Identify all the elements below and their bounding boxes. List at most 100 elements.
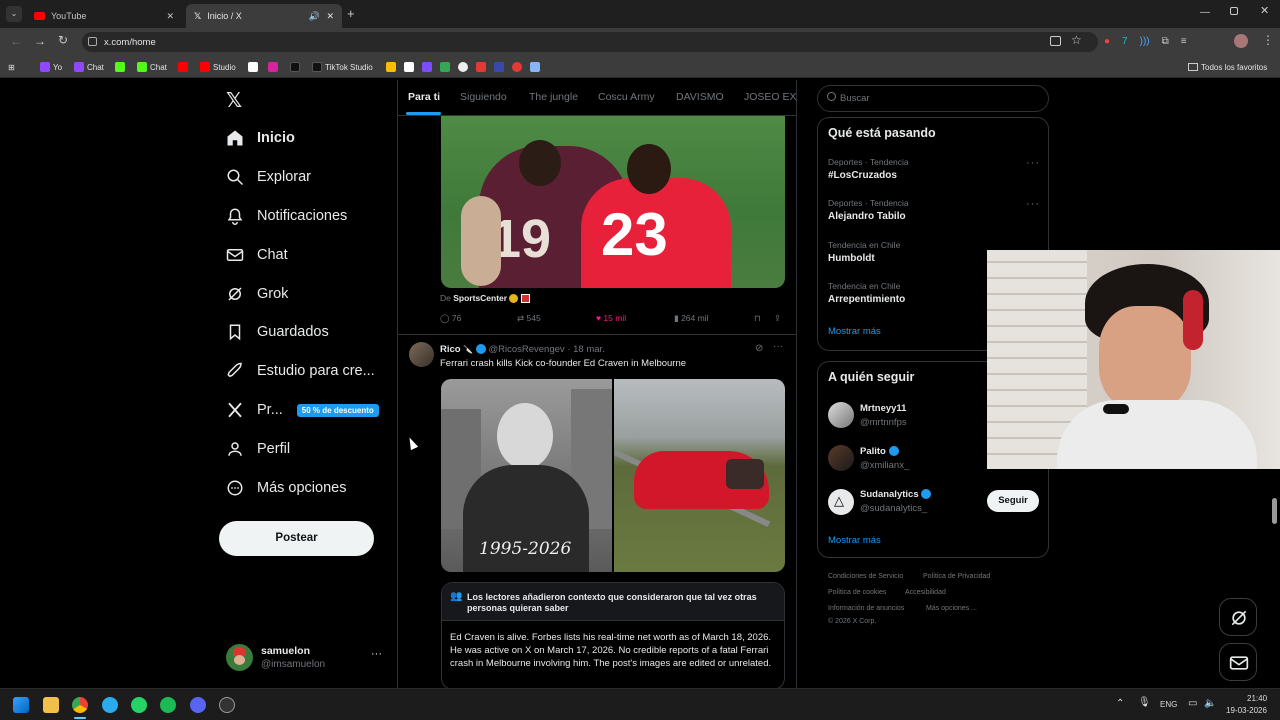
repost-button[interactable]: ⇄ 545 (517, 313, 541, 324)
tab-joseo[interactable]: JOSEO EXC (744, 91, 796, 103)
close-icon[interactable]: ✕ (166, 11, 174, 22)
follow-button[interactable]: Seguir (987, 490, 1039, 512)
post2-image-left[interactable]: 1995-2026 (441, 379, 612, 572)
post-button[interactable]: Postear (219, 521, 374, 556)
nav-item-guardados[interactable]: Guardados (226, 320, 329, 344)
chrome-icon[interactable] (72, 697, 88, 713)
telegram-icon[interactable] (102, 697, 118, 713)
network-icon[interactable]: ▭ (1188, 698, 1197, 709)
bookmark-chat-2[interactable]: Chat (137, 61, 167, 73)
grok-fab[interactable] (1219, 598, 1257, 636)
apps-grid-icon[interactable]: ⊞ (8, 61, 15, 73)
all-bookmarks[interactable]: Todos los favoritos (1188, 61, 1267, 73)
more-icon[interactable]: ··· (773, 341, 783, 352)
footer-link[interactable]: Política de Privacidad (923, 573, 990, 580)
share-icon[interactable]: ⇪ (774, 313, 781, 324)
trend-more-icon[interactable]: ··· (1026, 157, 1040, 169)
tab-davismo[interactable]: DAVISMO (676, 91, 724, 103)
spotify-icon[interactable] (160, 697, 176, 713)
ext-blue-icon[interactable]: ))) (1140, 36, 1150, 47)
tab-para-ti[interactable]: Para ti (408, 91, 440, 103)
chevron-up-icon[interactable]: ⌃ (1116, 698, 1124, 709)
ext-teal-icon[interactable]: 7 (1122, 36, 1128, 47)
bookmark-chat-1[interactable]: Chat (74, 61, 104, 73)
nav-item-mas-opciones[interactable]: Más opciones (226, 476, 346, 500)
follow-avatar[interactable] (828, 402, 854, 428)
restore-button[interactable] (1230, 7, 1238, 15)
ext-red-icon[interactable]: ● (1104, 36, 1110, 47)
source-account[interactable]: SportsCenter (453, 293, 507, 303)
footer-link[interactable]: Política de cookies (828, 589, 886, 596)
clock-time[interactable]: 21:40 (1247, 694, 1267, 703)
reply-button[interactable]: ◯ 76 (440, 313, 461, 324)
more-icon[interactable]: ··· (371, 648, 382, 660)
show-more-trends[interactable]: Mostrar más (828, 326, 881, 337)
author-name[interactable]: Rico (440, 344, 461, 355)
bookmark-tiktok-studio[interactable]: TikTok Studio (312, 61, 373, 73)
author-handle[interactable]: @RicosRevengev (488, 344, 564, 355)
back-icon[interactable]: ← (10, 34, 22, 48)
follow-avatar[interactable] (828, 445, 854, 471)
post-video[interactable]: 19 23 (441, 116, 785, 288)
bookmark-button[interactable]: ⊓ (754, 313, 761, 324)
account-switcher[interactable]: samuelon @imsamuelon ··· (226, 643, 384, 673)
steam-icon[interactable] (219, 697, 235, 713)
tab-coscu-army[interactable]: Coscu Army (598, 91, 655, 103)
tab-x-home[interactable]: 𝕏 Inicio / X 🔊 ✕ (186, 4, 342, 28)
kebab-menu-icon[interactable]: ⋮ (1262, 33, 1274, 47)
nav-item-perfil[interactable]: Perfil (226, 437, 290, 461)
nav-item-premium[interactable]: Pr... 50 % de descuento (226, 398, 379, 422)
footer-link[interactable]: Condiciones de Servicio (828, 573, 903, 580)
site-info-icon[interactable] (88, 37, 97, 46)
minimize-button[interactable]: — (1200, 7, 1210, 18)
follow-avatar[interactable]: △ (828, 489, 854, 515)
follow-name[interactable]: Mrtneyy11 (860, 403, 906, 414)
bookmark-yo[interactable]: Yo (40, 61, 62, 73)
clock-date[interactable]: 19-03-2026 (1226, 706, 1267, 715)
search-input[interactable]: Buscar (817, 85, 1049, 112)
post2-image-right[interactable] (614, 379, 785, 572)
follow-name-text[interactable]: Palito (860, 446, 886, 457)
youtube-bookmark-icon[interactable] (178, 61, 188, 73)
nav-item-estudio[interactable]: Estudio para cre... (226, 359, 375, 383)
reload-icon[interactable]: ↻ (58, 33, 68, 47)
close-window-button[interactable]: ✕ (1260, 4, 1269, 17)
trend-title[interactable]: Alejandro Tabilo (828, 211, 906, 222)
nav-item-grok[interactable]: Grok (226, 282, 288, 306)
misc-bookmark-icons[interactable] (386, 61, 540, 73)
x-logo-icon[interactable]: 𝕏 (226, 88, 242, 113)
discord-icon[interactable] (190, 697, 206, 713)
speaker-icon[interactable]: 🔊 (309, 11, 320, 22)
nav-item-chat[interactable]: Chat (226, 243, 288, 267)
language-indicator[interactable]: ENG (1160, 700, 1177, 709)
nav-item-explorar[interactable]: Explorar (226, 165, 311, 189)
whatsapp-icon[interactable] (131, 697, 147, 713)
x-bookmark-icon[interactable] (248, 61, 258, 73)
instagram-icon[interactable] (268, 61, 278, 73)
star-icon[interactable]: ☆ (1071, 33, 1082, 47)
extension-icons[interactable]: ● 7 ))) ⧉ ≡ (1104, 36, 1187, 47)
note-header[interactable]: 👥 Los lectores añadieron contexto que co… (442, 583, 784, 621)
menu-list-icon[interactable]: ≡ (1181, 36, 1187, 47)
grok-icon[interactable]: ⊘ (755, 343, 763, 354)
footer-link[interactable]: Accesibilidad (905, 589, 946, 596)
follow-name-text[interactable]: Sudanalytics (860, 489, 919, 500)
address-bar[interactable]: x.com/home (82, 32, 1098, 52)
trend-title[interactable]: #LosCruzados (828, 170, 897, 181)
show-more-follow[interactable]: Mostrar más (828, 535, 881, 546)
post2-avatar[interactable] (409, 342, 434, 367)
like-button[interactable]: ♥ 15 mil (596, 313, 626, 323)
page-scrollbar[interactable] (1272, 498, 1277, 524)
bookmark-studio[interactable]: Studio (200, 61, 236, 73)
post-time[interactable]: · 18 mar. (567, 344, 605, 355)
new-tab-button[interactable]: + (347, 6, 355, 21)
windows-start-icon[interactable] (13, 697, 29, 713)
profile-avatar[interactable] (1234, 34, 1248, 48)
tab-siguiendo[interactable]: Siguiendo (460, 91, 507, 103)
file-explorer-icon[interactable] (43, 697, 59, 713)
messages-fab[interactable] (1219, 643, 1257, 681)
trend-title[interactable]: Arrepentimiento (828, 294, 905, 305)
puzzle-icon[interactable]: ⧉ (1162, 36, 1169, 47)
forward-icon[interactable]: → (34, 34, 46, 48)
tab-the-jungle[interactable]: The jungle (529, 91, 578, 103)
